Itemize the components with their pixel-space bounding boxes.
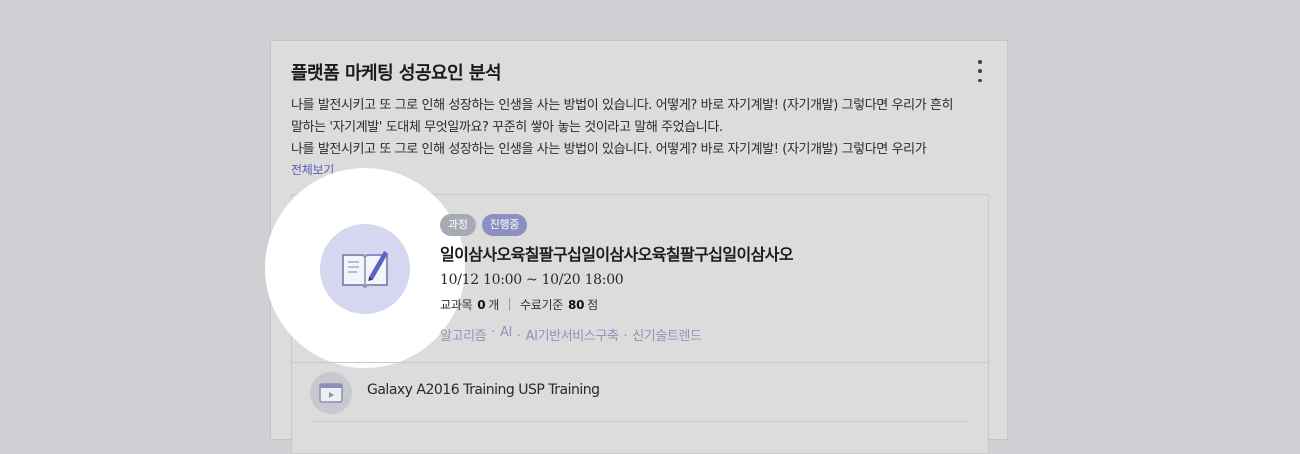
tag-item: AI기반서비스구축 xyxy=(512,325,619,344)
more-vertical-icon[interactable] xyxy=(973,60,987,82)
tag-item: AI xyxy=(486,325,512,344)
course-tags: 알고리즘 AI AI기반서비스구축 신기술트렌드 xyxy=(440,325,702,344)
course-thumbnail[interactable] xyxy=(320,224,410,314)
completion-unit: 점 xyxy=(587,298,598,312)
description: 나를 발전시키고 또 그로 인해 성장하는 인생을 사는 방법이 있습니다. 어… xyxy=(291,95,991,161)
course-period: 10/12 10:00 ~ 10/20 18:00 xyxy=(440,272,624,288)
book-pencil-icon xyxy=(342,251,388,289)
description-line: 나를 발전시키고 또 그로 인해 성장하는 인생을 사는 방법이 있습니다. 어… xyxy=(291,142,927,157)
course-badges: 과정 진행중 xyxy=(440,214,528,236)
subject-unit: 개 xyxy=(488,298,500,312)
completion-label: 수료기준 xyxy=(520,298,564,312)
page-title: 플랫폼 마케팅 성공요인 분석 xyxy=(291,63,502,84)
subject-label: 교과목 xyxy=(440,298,473,312)
video-player-icon xyxy=(319,383,343,403)
course-type-badge: 과정 xyxy=(440,214,476,236)
status-badge: 진행중 xyxy=(481,214,528,236)
tag-item: 신기술트렌드 xyxy=(619,325,702,344)
course-title[interactable]: 일이삼사오육칠팔구십일이삼사오육칠팔구십일이삼사오 xyxy=(440,241,794,265)
description-line: 나를 발전시키고 또 그로 인해 성장하는 인생을 사는 방법이 있습니다. 어… xyxy=(291,98,954,113)
sub-item-icon xyxy=(310,372,352,414)
course-meta: 교과목 0 개 수료기준 80 점 xyxy=(440,296,598,313)
meta-divider xyxy=(509,298,511,311)
description-line: 말하는 '자기계발' 도대체 무엇일까요? 꾸준히 쌓아 놓는 것이라고 말해 … xyxy=(291,120,723,135)
completion-score: 80 xyxy=(568,297,585,312)
sub-item-divider xyxy=(310,421,970,422)
sub-item-title[interactable]: Galaxy A2016 Training USP Training xyxy=(367,382,600,398)
tag-item: 알고리즘 xyxy=(440,329,487,344)
card-divider xyxy=(291,362,988,363)
subject-count: 0 xyxy=(477,297,486,312)
